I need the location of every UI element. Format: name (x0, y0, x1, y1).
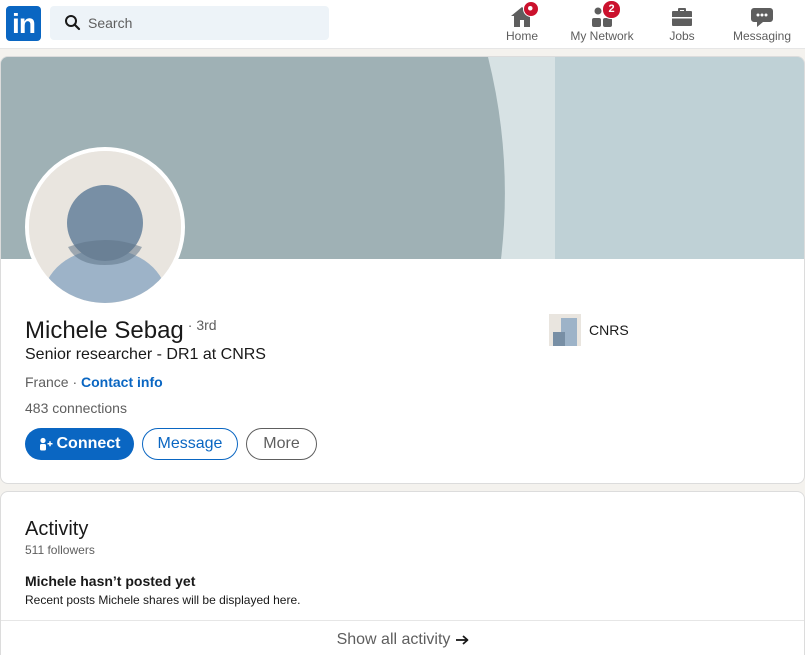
avatar-placeholder-icon (29, 151, 181, 303)
nav-item-jobs[interactable]: Jobs (658, 0, 706, 49)
top-navigation-bar: in Home 2 My Network Jobs (0, 0, 805, 49)
show-all-activity-label: Show all activity (336, 631, 451, 648)
show-all-activity-button[interactable]: Show all activity (1, 620, 804, 655)
message-button-label: Message (157, 435, 223, 452)
search-box[interactable] (50, 6, 329, 40)
profile-location: France · (25, 374, 82, 390)
arrow-right-icon (456, 635, 469, 645)
message-icon (751, 8, 773, 27)
more-button-label: More (263, 435, 300, 452)
no-posts-subtitle: Recent posts Michele shares will be disp… (25, 593, 301, 607)
connections-number: 483 (25, 400, 49, 416)
profile-location-row: France · Contact info (25, 374, 163, 390)
network-badge: 2 (602, 0, 621, 19)
profile-name-row: Michele Sebag · 3rd (25, 317, 217, 349)
search-icon (65, 15, 81, 31)
briefcase-icon (672, 8, 692, 26)
organization-logo (549, 314, 581, 346)
home-notification-dot (523, 1, 539, 17)
nav-label-home: Home (505, 29, 538, 43)
search-input[interactable] (88, 6, 318, 40)
connections-count: 483 connections (25, 400, 127, 416)
nav-label-my-network: My Network (570, 29, 634, 43)
linkedin-logo[interactable]: in (6, 6, 41, 41)
connections-label: connections (48, 400, 127, 416)
connect-button[interactable]: Connect (25, 428, 134, 460)
current-organization[interactable]: CNRS (549, 314, 629, 346)
activity-card: Activity 511 followers Michele hasn’t po… (0, 491, 805, 655)
no-posts-title: Michele hasn’t posted yet (25, 573, 196, 589)
connect-button-label: Connect (56, 435, 121, 452)
activity-title: Activity (25, 518, 89, 540)
profile-avatar[interactable] (25, 147, 185, 307)
nav-label-messaging: Messaging (732, 29, 792, 43)
profile-headline: Senior researcher - DR1 at CNRS (25, 346, 266, 363)
nav-item-messaging[interactable]: Messaging (728, 0, 796, 49)
nav-item-home[interactable]: Home (497, 0, 547, 49)
profile-name: Michele Sebag (25, 317, 184, 344)
add-person-icon (39, 437, 52, 451)
followers-count[interactable]: 511 followers (25, 543, 95, 557)
nav-item-my-network[interactable]: 2 My Network (565, 0, 639, 49)
message-button[interactable]: Message (142, 428, 238, 460)
nav-label-jobs: Jobs (669, 29, 695, 43)
contact-info-link[interactable]: Contact info (81, 374, 163, 390)
organization-name: CNRS (589, 322, 629, 338)
connection-degree: · 3rd (187, 317, 217, 333)
profile-card: Michele Sebag · 3rd Senior researcher - … (0, 56, 805, 484)
more-button[interactable]: More (246, 428, 317, 460)
